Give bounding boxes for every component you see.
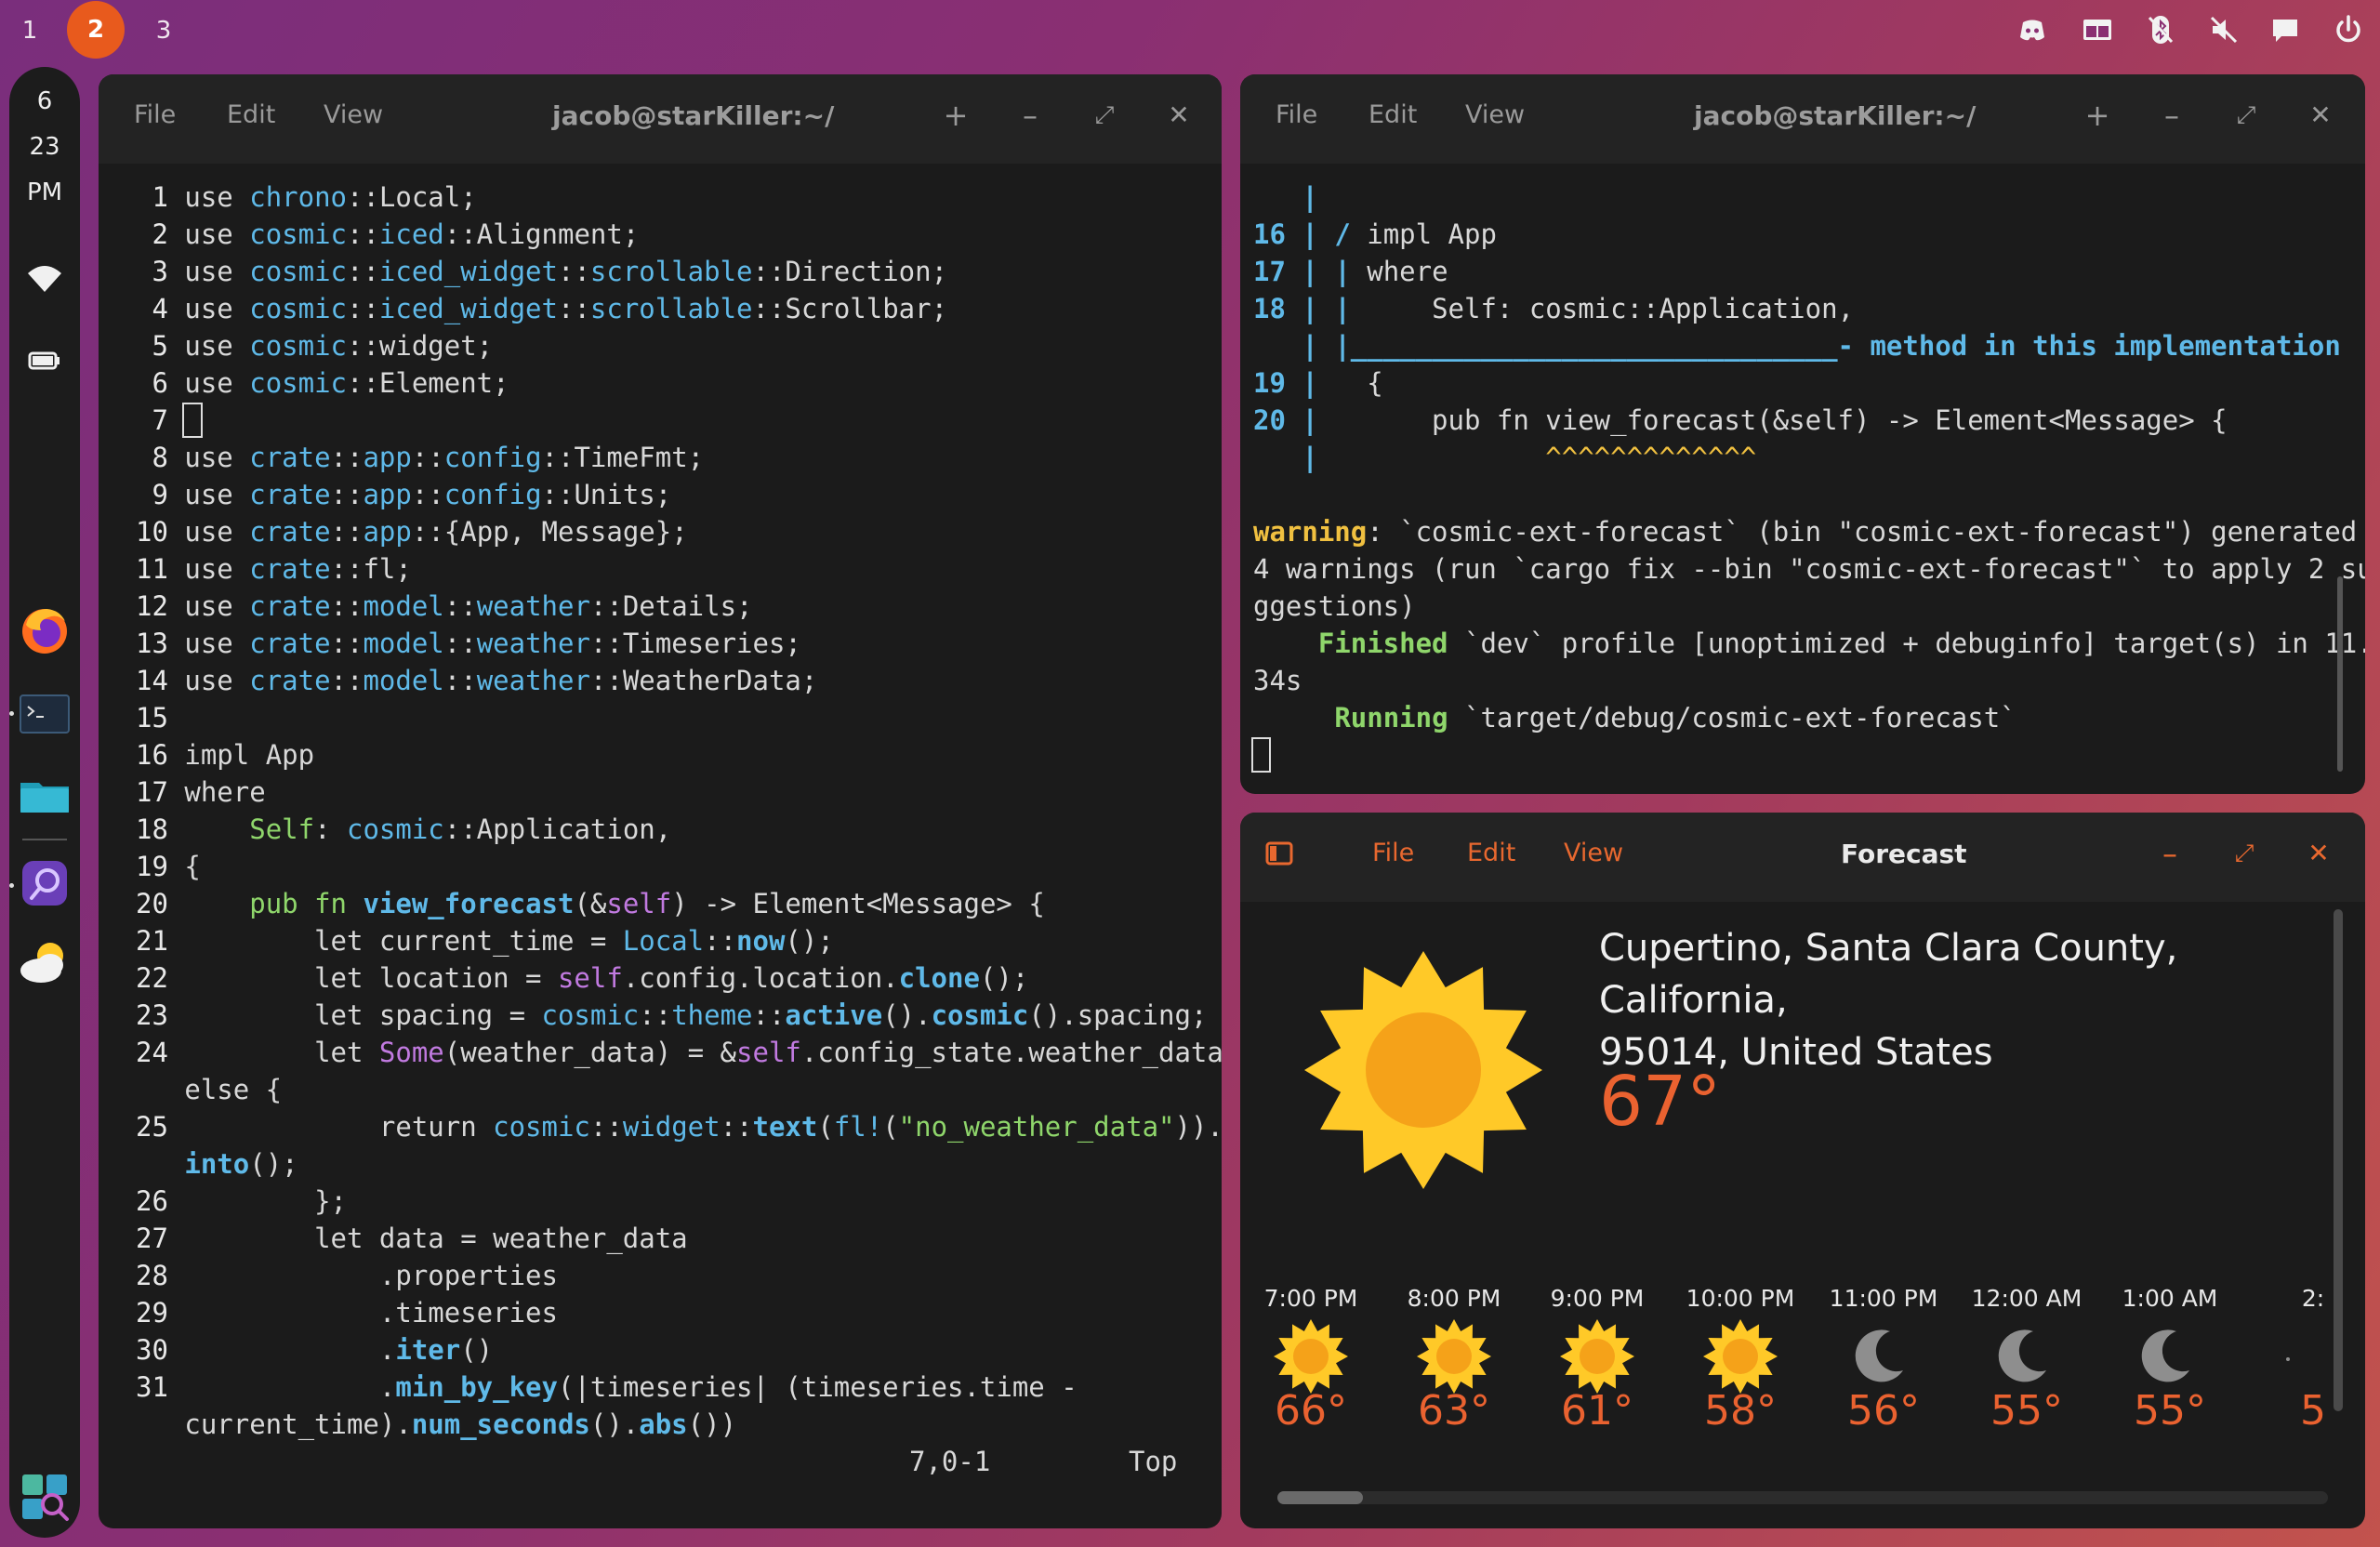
scroll-position: Top [1129, 1446, 1178, 1477]
hour-temperature: 61° [1561, 1387, 1633, 1435]
hour-time: 1:00 AM [2122, 1285, 2218, 1312]
firefox-icon[interactable] [17, 602, 73, 658]
dock-separator [22, 839, 67, 840]
sun-icon [1555, 1315, 1639, 1398]
top-panel: 1 2 3 [0, 0, 2380, 60]
terminal-headerbar: File Edit View jacob@starKiller:~/ + – ⤢… [1240, 74, 2365, 164]
partial-icon [2271, 1315, 2328, 1398]
workspace-1[interactable]: 1 [2, 9, 58, 52]
running-indicator [9, 883, 14, 888]
hour-time: 9:00 PM [1550, 1285, 1645, 1312]
hour-temperature: 66° [1275, 1387, 1347, 1435]
hour-temperature: 63° [1418, 1387, 1490, 1435]
wifi-icon[interactable] [17, 249, 73, 305]
hour-temperature: 56° [1847, 1387, 1920, 1435]
minimize-button[interactable]: – [2153, 97, 2190, 134]
terminal-scrollbar[interactable] [2337, 576, 2343, 772]
hourly-scrollbar-thumb[interactable] [1277, 1491, 1363, 1504]
editor-headerbar: File Edit View jacob@starKiller:~/ + – ⤢… [99, 74, 1222, 164]
forecast-vertical-scrollbar[interactable] [2334, 909, 2343, 1411]
workspace-3[interactable]: 3 [136, 9, 192, 52]
editor-window: File Edit View jacob@starKiller:~/ + – ⤢… [99, 74, 1222, 1528]
menu-view[interactable]: View [324, 100, 383, 129]
app-icon[interactable] [17, 855, 73, 911]
menu-file[interactable]: File [1276, 100, 1317, 129]
running-indicator [9, 711, 14, 716]
code-buffer[interactable]: 1 use chrono::Local; 2 use cosmic::iced:… [136, 178, 1222, 1443]
close-button[interactable]: ✕ [1160, 97, 1197, 134]
maximize-button[interactable]: ⤢ [1086, 97, 1123, 134]
discord-icon[interactable] [2016, 13, 2049, 46]
sun-icon [1269, 1315, 1353, 1398]
battery-icon[interactable] [17, 333, 73, 389]
hourly-scrollbar-track[interactable] [1277, 1491, 2328, 1504]
hour-time: 12:00 AM [1971, 1285, 2082, 1312]
sun-icon [1699, 1315, 1782, 1398]
forecast-window: File Edit View Forecast – ⤢ ✕ Cupertino,… [1240, 813, 2365, 1528]
window-title: jacob@starKiller:~/ [552, 100, 835, 131]
clock-ampm: PM [26, 178, 63, 206]
moon-icon [1842, 1315, 1925, 1398]
new-tab-button[interactable]: + [2079, 97, 2116, 134]
dock: 6 23 PM [9, 67, 80, 1538]
clock-hour: 6 [36, 87, 53, 115]
hour-temperature: 58° [1704, 1387, 1777, 1435]
power-icon[interactable] [2332, 13, 2365, 46]
files-icon[interactable] [17, 768, 73, 824]
minimize-button[interactable]: – [1012, 97, 1049, 134]
clock-minute: 23 [29, 133, 60, 161]
sun-icon [1412, 1315, 1496, 1398]
menu-file[interactable]: File [134, 100, 176, 129]
cursor-position: 7,0-1 [909, 1446, 991, 1477]
window-title: jacob@starKiller:~/ [1694, 100, 1977, 131]
hour-time: 11:00 PM [1829, 1285, 1938, 1312]
hour-time: 7:00 PM [1263, 1285, 1358, 1312]
hour-temperature: 55° [1990, 1387, 2063, 1435]
volume-muted-icon[interactable] [2207, 13, 2241, 46]
moon-icon [1985, 1315, 2069, 1398]
hour-temperature: 5 [2300, 1387, 2326, 1435]
hour-time: 2: [2301, 1285, 2325, 1312]
terminal-output[interactable]: | 16 | / impl App 17 | | where 18 | | Se… [1250, 178, 2365, 774]
notifications-icon[interactable] [2268, 13, 2302, 46]
hourly-forecast: 7:00 PM 66° 8:00 PM 63° 9:00 PM 61° 10:00 PM 58… [1240, 813, 2328, 1463]
maximize-button[interactable]: ⤢ [2228, 97, 2265, 134]
window-tiling-icon[interactable] [2081, 13, 2114, 46]
menu-edit[interactable]: Edit [1368, 100, 1417, 129]
terminal-icon[interactable] [17, 686, 73, 742]
close-button[interactable]: ✕ [2302, 97, 2339, 134]
menu-view[interactable]: View [1465, 100, 1525, 129]
workspace-2[interactable]: 2 [67, 1, 125, 59]
hour-time: 10:00 PM [1686, 1285, 1795, 1312]
weather-app-icon[interactable] [17, 935, 73, 991]
hour-time: 8:00 PM [1407, 1285, 1501, 1312]
terminal-window: File Edit View jacob@starKiller:~/ + – ⤢… [1240, 74, 2365, 794]
app-library-icon[interactable] [17, 1469, 73, 1525]
bluetooth-off-icon[interactable] [2144, 13, 2177, 46]
new-tab-button[interactable]: + [937, 97, 974, 134]
menu-edit[interactable]: Edit [227, 100, 275, 129]
moon-icon [2128, 1315, 2212, 1398]
hour-temperature: 55° [2134, 1387, 2206, 1435]
